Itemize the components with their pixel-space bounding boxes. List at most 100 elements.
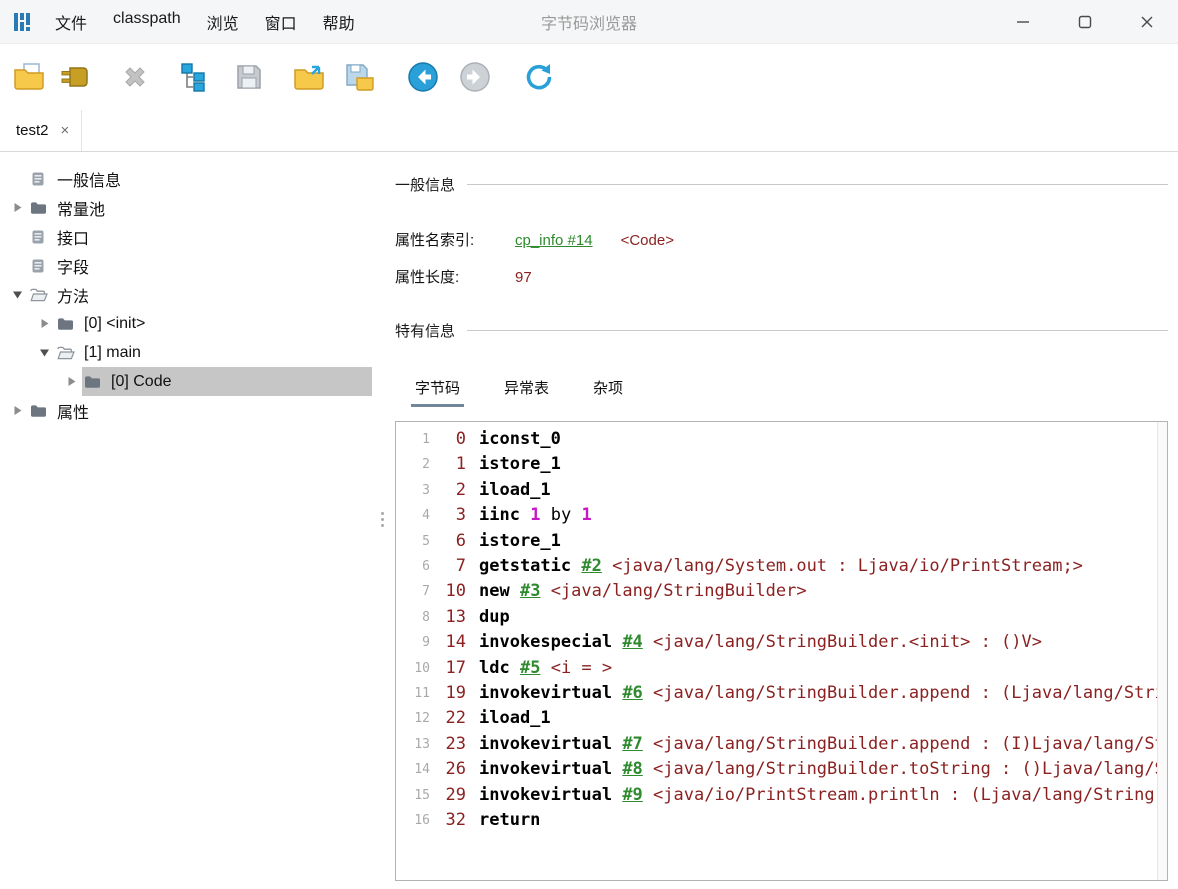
tree-chevron-down-icon[interactable] bbox=[6, 289, 28, 300]
tree-item-body[interactable]: 接口 bbox=[28, 222, 372, 251]
back-icon[interactable] bbox=[404, 58, 442, 96]
menu-item-file[interactable]: 文件 bbox=[42, 5, 100, 39]
constant-pool-ref-link[interactable]: #4 bbox=[622, 632, 642, 652]
tree-item[interactable]: [0] Code bbox=[0, 367, 380, 396]
bytecode-line: 43iinc 1 by 1 bbox=[404, 503, 1157, 528]
constant-pool-ref-link[interactable]: #5 bbox=[520, 658, 540, 678]
tree-item-body[interactable]: 属性 bbox=[28, 396, 372, 425]
constant-pool-ref-link[interactable]: #9 bbox=[622, 785, 642, 805]
bytecode-line: 1529invokevirtual #9 <java/io/PrintStrea… bbox=[404, 783, 1157, 808]
tree-item[interactable]: 属性 bbox=[0, 396, 380, 425]
menu-item-window[interactable]: 窗口 bbox=[252, 5, 310, 39]
line-number: 11 bbox=[404, 681, 430, 706]
tree-chevron-down-icon[interactable] bbox=[33, 347, 55, 358]
instruction: getstatic #2 <java/lang/System.out : Lja… bbox=[479, 554, 1083, 579]
instruction: iload_1 bbox=[479, 706, 551, 731]
detail-tab[interactable]: 异常表 bbox=[500, 369, 553, 407]
toolbar bbox=[0, 44, 1178, 110]
instruction: dup bbox=[479, 605, 510, 630]
tab-close-icon[interactable]: × bbox=[61, 123, 70, 138]
tree-chevron-right-icon[interactable] bbox=[6, 202, 28, 213]
document-tab-test2[interactable]: test2× bbox=[0, 110, 82, 151]
bytecode-offset: 17 bbox=[432, 656, 466, 681]
instruction: invokevirtual #7 <java/lang/StringBuilde… bbox=[479, 732, 1157, 757]
tree-item-body[interactable]: [1] main bbox=[55, 338, 372, 367]
tree-item[interactable]: 一般信息 bbox=[0, 164, 380, 193]
constant-pool-ref-link[interactable]: #6 bbox=[622, 683, 642, 703]
tree-chevron-right-icon[interactable] bbox=[6, 405, 28, 416]
detail-tab[interactable]: 杂项 bbox=[589, 369, 627, 407]
vertical-scrollbar[interactable] bbox=[1157, 422, 1167, 880]
instruction: invokevirtual #9 <java/io/PrintStream.pr… bbox=[479, 783, 1157, 808]
constant-pool-ref-link[interactable]: #3 bbox=[520, 581, 540, 601]
attribute-length-label: 属性长度: bbox=[395, 266, 515, 287]
attribute-name-value: <Code> bbox=[621, 232, 674, 249]
opcode-mnemonic: istore_1 bbox=[479, 531, 561, 551]
open-folder-icon[interactable] bbox=[290, 58, 328, 96]
opcode-mnemonic: iconst_0 bbox=[479, 429, 561, 449]
constant-pool-ref-link[interactable]: #8 bbox=[622, 759, 642, 779]
tree-structure-icon[interactable] bbox=[176, 58, 214, 96]
reload-icon[interactable] bbox=[520, 58, 558, 96]
bytecode-line: 67getstatic #2 <java/lang/System.out : L… bbox=[404, 554, 1157, 579]
minimize-button[interactable] bbox=[992, 0, 1054, 44]
divider-grip-icon[interactable] bbox=[381, 512, 384, 527]
tree-item-body[interactable]: [0] <init> bbox=[55, 309, 372, 338]
tree-selection[interactable]: [0] Code bbox=[82, 367, 372, 396]
bytecode-offset: 19 bbox=[432, 681, 466, 706]
forward-icon[interactable] bbox=[456, 58, 494, 96]
instruction: invokespecial #4 <java/lang/StringBuilde… bbox=[479, 630, 1042, 655]
constant-pool-ref-link[interactable]: #2 bbox=[581, 556, 601, 576]
tree-item[interactable]: 字段 bbox=[0, 251, 380, 280]
tree-item-body[interactable]: 方法 bbox=[28, 280, 372, 309]
split-divider[interactable] bbox=[380, 152, 395, 889]
tree-item-body[interactable]: 字段 bbox=[28, 251, 372, 280]
title-bar: 文件classpath浏览窗口帮助 字节码浏览器 bbox=[0, 0, 1178, 44]
classpath-icon[interactable] bbox=[56, 58, 94, 96]
bytecode-offset: 1 bbox=[432, 452, 466, 477]
section-title: 特有信息 bbox=[395, 320, 455, 341]
line-number: 3 bbox=[404, 478, 430, 503]
close-file-icon[interactable] bbox=[116, 58, 154, 96]
constant-pool-entry-link[interactable]: cp_info #14 bbox=[515, 232, 593, 249]
opcode-mnemonic: invokevirtual bbox=[479, 759, 612, 779]
tree-chevron-right-icon[interactable] bbox=[60, 376, 82, 387]
tree-chevron-right-icon[interactable] bbox=[33, 318, 55, 329]
folder-closed-icon bbox=[84, 375, 106, 389]
menu-item-classpath[interactable]: classpath bbox=[100, 5, 194, 39]
immediate-value: 1 bbox=[581, 505, 591, 525]
tree-item[interactable]: [0] <init> bbox=[0, 309, 380, 338]
section-title: 一般信息 bbox=[395, 174, 455, 195]
info-card-icon bbox=[30, 229, 52, 245]
constant-pool-ref-link[interactable]: #7 bbox=[622, 734, 642, 754]
maximize-button[interactable] bbox=[1054, 0, 1116, 44]
tree-item[interactable]: 接口 bbox=[0, 222, 380, 251]
operand-descriptor: <java/lang/StringBuilder.append : (Ljava… bbox=[653, 683, 1157, 703]
tree-item[interactable]: 常量池 bbox=[0, 193, 380, 222]
save-as-icon[interactable] bbox=[340, 58, 378, 96]
bytecode-offset: 29 bbox=[432, 783, 466, 808]
tree-item-label: [0] <init> bbox=[84, 315, 145, 333]
attribute-name-label: 属性名索引: bbox=[395, 229, 515, 250]
bytecode-listing[interactable]: 10iconst_021istore_132iload_143iinc 1 by… bbox=[396, 422, 1157, 880]
line-number: 10 bbox=[404, 656, 430, 681]
menu-item-browse[interactable]: 浏览 bbox=[194, 5, 252, 39]
tree-item-body[interactable]: 常量池 bbox=[28, 193, 372, 222]
tree-item-body[interactable]: 一般信息 bbox=[28, 164, 372, 193]
instruction: istore_1 bbox=[479, 529, 561, 554]
bytecode-line: 32iload_1 bbox=[404, 478, 1157, 503]
open-class-file-icon[interactable] bbox=[10, 58, 48, 96]
tree-item[interactable]: 方法 bbox=[0, 280, 380, 309]
detail-tab-active[interactable]: 字节码 bbox=[411, 369, 464, 407]
bytecode-offset: 10 bbox=[432, 579, 466, 604]
instruction: ldc #5 <i = > bbox=[479, 656, 612, 681]
close-button[interactable] bbox=[1116, 0, 1178, 44]
menu-item-help[interactable]: 帮助 bbox=[310, 5, 368, 39]
bytecode-offset: 32 bbox=[432, 808, 466, 833]
tree-item[interactable]: [1] main bbox=[0, 338, 380, 367]
window-controls bbox=[992, 0, 1178, 44]
instruction: iload_1 bbox=[479, 478, 551, 503]
opcode-mnemonic: invokevirtual bbox=[479, 683, 612, 703]
opcode-mnemonic: new bbox=[479, 581, 510, 601]
save-icon[interactable] bbox=[230, 58, 268, 96]
